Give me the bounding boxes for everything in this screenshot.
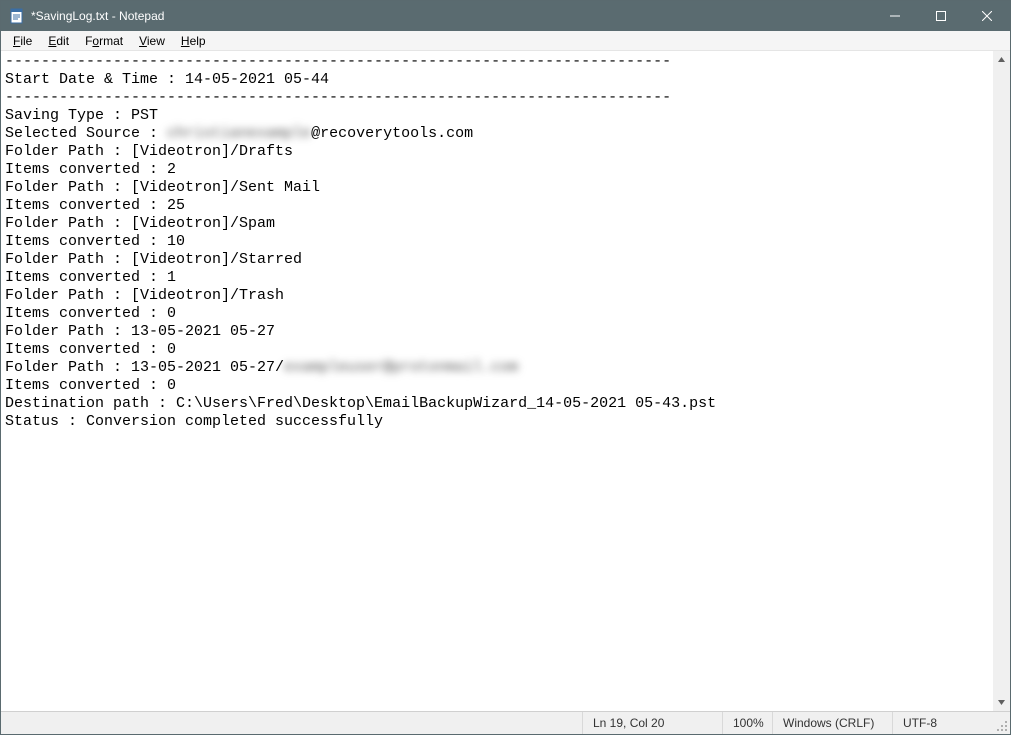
menu-help[interactable]: Help bbox=[173, 32, 214, 50]
log-line: Folder Path : 13-05-2021 05-27 bbox=[5, 323, 275, 340]
log-line: Saving Type : PST bbox=[5, 107, 158, 124]
status-line-ending: Windows (CRLF) bbox=[773, 712, 893, 734]
status-spacer bbox=[1, 712, 583, 734]
content-area: ----------------------------------------… bbox=[1, 51, 1010, 711]
scrollbar-track[interactable] bbox=[993, 68, 1010, 694]
log-line: Items converted : 1 bbox=[5, 269, 176, 286]
log-line: Destination path : C:\Users\Fred\Desktop… bbox=[5, 395, 716, 412]
redacted-text: exampleuser@protonmail.com bbox=[284, 359, 518, 376]
status-encoding: UTF-8 bbox=[893, 712, 993, 734]
minimize-button[interactable] bbox=[872, 1, 918, 31]
resize-grip-icon[interactable] bbox=[993, 712, 1010, 734]
log-line: Folder Path : 13-05-2021 05-27/exampleus… bbox=[5, 359, 518, 376]
status-zoom: 100% bbox=[723, 712, 773, 734]
log-line: Start Date & Time : 14-05-2021 05-44 bbox=[5, 71, 329, 88]
title-bar[interactable]: *SavingLog.txt - Notepad bbox=[1, 1, 1010, 31]
scroll-up-arrow-icon[interactable] bbox=[993, 51, 1010, 68]
log-line: Folder Path : [Videotron]/Spam bbox=[5, 215, 275, 232]
status-position: Ln 19, Col 20 bbox=[583, 712, 723, 734]
log-line: Status : Conversion completed successful… bbox=[5, 413, 383, 430]
window-controls bbox=[872, 1, 1010, 31]
log-line: Items converted : 10 bbox=[5, 233, 185, 250]
close-button[interactable] bbox=[964, 1, 1010, 31]
log-line: Folder Path : [Videotron]/Trash bbox=[5, 287, 284, 304]
menu-bar: File Edit Format View Help bbox=[1, 31, 1010, 51]
vertical-scrollbar[interactable] bbox=[993, 51, 1010, 711]
log-line: Items converted : 0 bbox=[5, 377, 176, 394]
menu-file[interactable]: File bbox=[5, 32, 40, 50]
log-line: Items converted : 2 bbox=[5, 161, 176, 178]
notepad-icon bbox=[9, 8, 25, 24]
scroll-down-arrow-icon[interactable] bbox=[993, 694, 1010, 711]
log-line: Selected Source : christianexample@recov… bbox=[5, 125, 473, 142]
log-line: Items converted : 25 bbox=[5, 197, 185, 214]
log-line: Folder Path : [Videotron]/Drafts bbox=[5, 143, 293, 160]
log-line: Items converted : 0 bbox=[5, 341, 176, 358]
log-line: Folder Path : [Videotron]/Starred bbox=[5, 251, 302, 268]
menu-format[interactable]: Format bbox=[77, 32, 131, 50]
menu-view[interactable]: View bbox=[131, 32, 173, 50]
notepad-window: *SavingLog.txt - Notepad File Edit Forma… bbox=[0, 0, 1011, 735]
text-content[interactable]: ----------------------------------------… bbox=[5, 53, 989, 431]
log-line: ----------------------------------------… bbox=[5, 89, 671, 106]
log-line: Items converted : 0 bbox=[5, 305, 176, 322]
menu-edit[interactable]: Edit bbox=[40, 32, 77, 50]
maximize-button[interactable] bbox=[918, 1, 964, 31]
redacted-text: christianexample bbox=[167, 125, 311, 142]
log-line: ----------------------------------------… bbox=[5, 53, 671, 70]
status-bar: Ln 19, Col 20 100% Windows (CRLF) UTF-8 bbox=[1, 711, 1010, 734]
window-title: *SavingLog.txt - Notepad bbox=[31, 9, 164, 23]
text-editor[interactable]: ----------------------------------------… bbox=[1, 51, 993, 711]
log-line: Folder Path : [Videotron]/Sent Mail bbox=[5, 179, 320, 196]
